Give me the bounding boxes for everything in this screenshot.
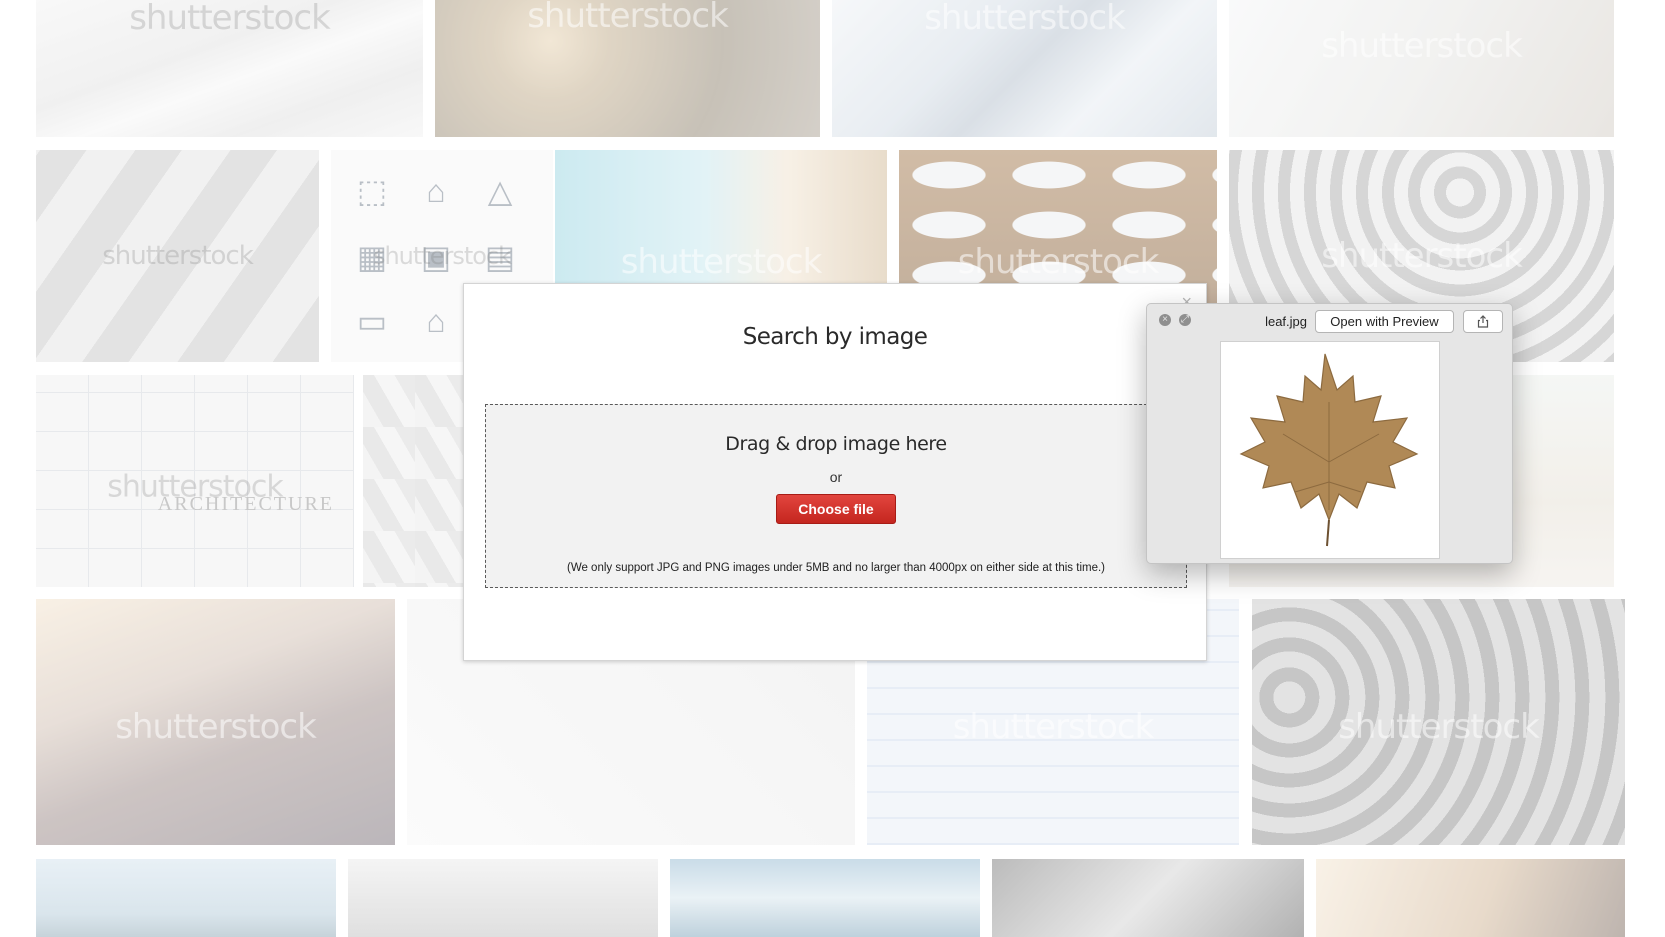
stock-thumbnail[interactable]	[36, 859, 336, 937]
floorplan-icon: ▦	[356, 239, 388, 275]
image-drop-zone[interactable]: Drag & drop image here or Choose file (W…	[485, 404, 1187, 588]
stock-thumbnail[interactable]: shutterstock	[435, 0, 820, 137]
open-with-preview-button[interactable]: Open with Preview	[1315, 310, 1454, 333]
close-icon[interactable]: ×	[1159, 314, 1171, 326]
search-by-image-modal: × Search by image Drag & drop image here…	[463, 283, 1207, 661]
home-icon: ⌂	[426, 303, 446, 339]
house-icon: ⌂	[426, 173, 446, 209]
blueprint-icon: ⬚	[356, 173, 388, 209]
maple-leaf-image	[1239, 353, 1419, 547]
choose-file-button[interactable]: Choose file	[776, 494, 896, 524]
stock-thumbnail[interactable]: shutterstock	[36, 599, 395, 845]
monitor-icon: ▭	[356, 303, 388, 339]
file-name: leaf.jpg	[1265, 314, 1307, 329]
share-icon	[1477, 315, 1489, 328]
stock-thumbnail[interactable]	[670, 859, 980, 937]
stock-thumbnail[interactable]: shutterstock	[36, 0, 423, 137]
file-requirements-note: (We only support JPG and PNG images unde…	[566, 562, 1106, 574]
or-label: or	[829, 469, 843, 485]
map-icon: ▤	[484, 239, 516, 275]
stock-thumbnail[interactable]: shutterstock ARCHITECTURE	[36, 375, 354, 587]
share-button[interactable]	[1463, 310, 1503, 333]
quicklook-window[interactable]: × ⤢ leaf.jpg Open with Preview	[1146, 303, 1513, 564]
fullscreen-icon[interactable]: ⤢	[1179, 314, 1191, 326]
stock-thumbnail[interactable]	[992, 859, 1304, 937]
stock-thumbnail[interactable]: shutterstock	[1229, 0, 1614, 137]
stock-thumbnail[interactable]: shutterstock	[1252, 599, 1625, 845]
architecture-title: ARCHITECTURE	[157, 493, 334, 515]
stock-thumbnail[interactable]	[363, 375, 463, 587]
stock-thumbnail[interactable]: shutterstock	[36, 150, 319, 362]
drop-zone-label: Drag & drop image here	[725, 433, 947, 455]
modal-title: Search by image	[742, 324, 928, 350]
stock-thumbnail[interactable]: shutterstock	[832, 0, 1217, 137]
file-preview	[1220, 341, 1440, 559]
compass-icon: △	[487, 173, 513, 209]
stock-thumbnail[interactable]	[1316, 859, 1625, 937]
stock-thumbnail[interactable]	[348, 859, 658, 937]
building-icon: ▣	[420, 239, 452, 275]
